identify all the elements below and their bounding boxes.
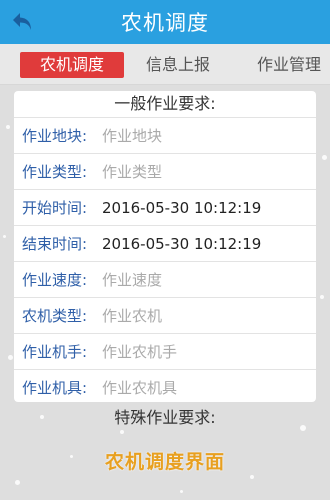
watermark-caption: 农机调度界面 xyxy=(104,451,225,473)
start-time-input[interactable]: 2016-05-30 10:12:19 xyxy=(100,199,261,217)
field-row-operator[interactable]: 作业机手: 作业农机手 xyxy=(14,333,316,369)
general-requirements-title: 一般作业要求: xyxy=(114,94,216,113)
content-area: 一般作业要求: 作业地块: 作业地块 作业类型: 作业类型 开始时间: 2016… xyxy=(0,85,330,500)
tab-dispatch[interactable]: 农机调度 xyxy=(20,52,124,78)
field-row-start-time[interactable]: 开始时间: 2016-05-30 10:12:19 xyxy=(14,189,316,225)
tab-report[interactable]: 信息上报 xyxy=(146,52,210,78)
work-type-label: 作业类型: xyxy=(22,163,88,181)
page-title: 农机调度 xyxy=(121,11,209,35)
field-row-plot[interactable]: 作业地块: 作业地块 xyxy=(14,117,316,153)
end-time-input[interactable]: 2016-05-30 10:12:19 xyxy=(100,235,261,253)
work-type-input[interactable]: 作业类型 xyxy=(100,161,162,182)
speed-label: 作业速度: xyxy=(22,271,88,289)
field-row-speed[interactable]: 作业速度: 作业速度 xyxy=(14,261,316,297)
field-row-implement[interactable]: 作业机具: 作业农机具 xyxy=(14,369,316,405)
back-button[interactable] xyxy=(8,7,38,37)
field-row-end-time[interactable]: 结束时间: 2016-05-30 10:12:19 xyxy=(14,225,316,261)
field-row-type[interactable]: 作业类型: 作业类型 xyxy=(14,153,316,189)
speed-input[interactable]: 作业速度 xyxy=(100,269,162,290)
general-requirements-card: 一般作业要求: 作业地块: 作业地块 作业类型: 作业类型 开始时间: 2016… xyxy=(14,91,316,402)
implement-input[interactable]: 作业农机具 xyxy=(100,377,177,398)
field-row-machine-type[interactable]: 农机类型: 作业农机 xyxy=(14,297,316,333)
back-arrow-icon xyxy=(13,13,31,30)
start-time-label: 开始时间: xyxy=(22,199,88,217)
operator-input[interactable]: 作业农机手 xyxy=(100,341,177,362)
machine-type-input[interactable]: 作业农机 xyxy=(100,305,162,326)
end-time-label: 结束时间: xyxy=(22,235,88,253)
plot-input[interactable]: 作业地块 xyxy=(100,125,162,146)
tab-bar: 农机调度 信息上报 作业管理 xyxy=(0,44,330,85)
special-requirements-title: 特殊作业要求: xyxy=(114,408,216,427)
plot-label: 作业地块: xyxy=(22,127,88,145)
title-bar: 农机调度 xyxy=(0,0,330,44)
tab-management[interactable]: 作业管理 xyxy=(257,52,321,78)
implement-label: 作业机具: xyxy=(22,379,88,397)
machine-type-label: 农机类型: xyxy=(22,307,88,325)
operator-label: 作业机手: xyxy=(22,343,88,361)
